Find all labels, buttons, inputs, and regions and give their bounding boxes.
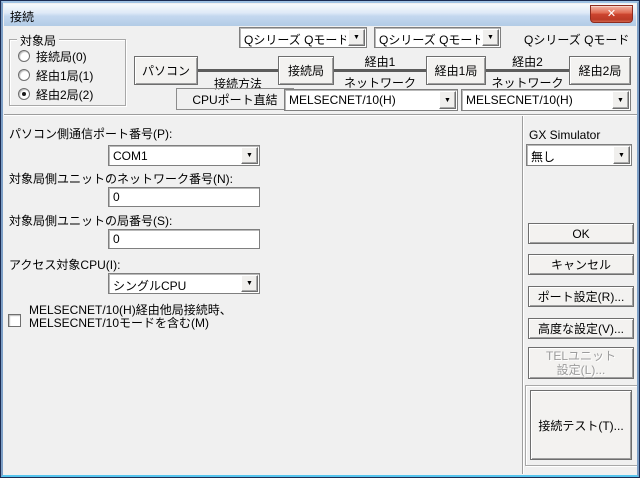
pc-port-combo[interactable]: COM1 ▼: [108, 145, 260, 166]
advanced-settings-button[interactable]: 高度な設定(V)...: [528, 318, 634, 339]
chevron-down-icon[interactable]: ▼: [613, 146, 630, 164]
connection-station-button[interactable]: 接続局: [278, 56, 334, 85]
advanced-settings-button-label: 高度な設定(V)...: [538, 320, 624, 337]
title-bar[interactable]: 接続 ✕: [4, 4, 636, 26]
series-combo-2-value: Qシリーズ Qモード: [379, 31, 480, 48]
pc-port-combo-value: COM1: [113, 149, 239, 163]
tel-unit-line2: 設定(L)...: [557, 363, 606, 377]
tel-unit-line1: TELユニット: [546, 349, 616, 363]
dialog-body: 対象局 接続局(0) 経由1局(1) 経由2局(2) Qシリーズ Qモード ▼ …: [4, 26, 638, 476]
access-cpu-combo-value: シングルCPU: [113, 277, 239, 294]
radio-icon: [18, 69, 30, 81]
radio-label: 接続局(0): [36, 48, 87, 65]
dropdown-arrow-glyph: ▼: [246, 152, 253, 159]
port-settings-button-label: ポート設定(R)...: [538, 288, 625, 305]
gx-simulator-label: GX Simulator: [529, 128, 600, 142]
dropdown-arrow-glyph: ▼: [353, 34, 360, 41]
connection-dialog: 接続 ✕ 対象局 接続局(0) 経由1局(1) 経由2局(2) Qシリーズ Qモ…: [0, 0, 640, 478]
gx-simulator-combo[interactable]: 無し ▼: [526, 144, 632, 166]
chevron-down-icon[interactable]: ▼: [439, 91, 456, 109]
connection-test-button-label: 接続テスト(T)...: [538, 417, 623, 434]
station-no-value: 0: [113, 232, 120, 246]
via2-station-button[interactable]: 経由2局: [569, 56, 631, 85]
access-cpu-label: アクセス対象CPU(I):: [9, 256, 120, 273]
pc-button[interactable]: パソコン: [134, 56, 198, 85]
dropdown-arrow-glyph: ▼: [246, 280, 253, 287]
access-cpu-combo[interactable]: シングルCPU ▼: [108, 273, 260, 294]
window-title: 接続: [10, 8, 34, 25]
pc-button-label: パソコン: [142, 62, 190, 79]
vertical-divider: [522, 116, 524, 474]
network2-combo[interactable]: MELSECNET/10(H) ▼: [461, 89, 631, 111]
tel-unit-settings-button-label: TELユニット 設定(L)...: [546, 349, 616, 377]
pc-port-label: パソコン側通信ポート番号(P):: [9, 125, 172, 142]
radio-label: 経由2局(2): [36, 86, 93, 103]
radio-connection-station[interactable]: 接続局(0): [18, 49, 87, 63]
dropdown-arrow-glyph: ▼: [444, 97, 451, 104]
network2-combo-value: MELSECNET/10(H): [466, 93, 610, 107]
radio-icon: [18, 88, 30, 100]
radio-via2-station[interactable]: 経由2局(2): [18, 87, 93, 101]
network1-combo[interactable]: MELSECNET/10(H) ▼: [284, 89, 458, 111]
port-settings-button[interactable]: ポート設定(R)...: [528, 286, 634, 307]
series-label: Qシリーズ Qモード: [524, 31, 629, 48]
series-combo-2[interactable]: Qシリーズ Qモード ▼: [374, 27, 501, 48]
radio-label: 経由1局(1): [36, 67, 93, 84]
dropdown-arrow-glyph: ▼: [617, 97, 624, 104]
gx-simulator-combo-value: 無し: [531, 148, 611, 165]
melsecnet-checkbox-label-line2: MELSECNET/10モードを含む(M): [29, 317, 209, 330]
network-no-input[interactable]: 0: [108, 187, 260, 207]
connector-line: [198, 69, 278, 72]
dropdown-arrow-glyph: ▼: [618, 152, 625, 159]
via1-station-button-label: 経由1局: [435, 62, 478, 79]
network1-combo-value: MELSECNET/10(H): [289, 93, 437, 107]
series-combo-1[interactable]: Qシリーズ Qモード ▼: [239, 27, 367, 48]
via2-label: 経由2: [486, 53, 569, 70]
series-combo-1-value: Qシリーズ Qモード: [244, 31, 346, 48]
dropdown-arrow-glyph: ▼: [487, 34, 494, 41]
via1-station-button[interactable]: 経由1局: [426, 56, 486, 85]
radio-icon: [18, 50, 30, 62]
cancel-button-label: キャンセル: [551, 256, 611, 273]
via2-station-button-label: 経由2局: [579, 62, 622, 79]
network-no-value: 0: [113, 190, 120, 204]
cancel-button[interactable]: キャンセル: [528, 254, 634, 275]
target-station-group: 対象局 接続局(0) 経由1局(1) 経由2局(2): [9, 39, 126, 106]
close-icon: ✕: [607, 8, 616, 20]
chevron-down-icon[interactable]: ▼: [612, 91, 629, 109]
connection-station-button-label: 接続局: [288, 62, 324, 79]
melsecnet-mode-checkbox[interactable]: [8, 314, 21, 327]
chevron-down-icon[interactable]: ▼: [482, 29, 499, 46]
ok-button[interactable]: OK: [528, 223, 634, 244]
station-no-input[interactable]: 0: [108, 229, 260, 249]
chevron-down-icon[interactable]: ▼: [241, 147, 258, 164]
radio-via1-station[interactable]: 経由1局(1): [18, 68, 93, 82]
chevron-down-icon[interactable]: ▼: [241, 275, 258, 292]
chevron-down-icon[interactable]: ▼: [348, 29, 365, 46]
connection-test-button[interactable]: 接続テスト(T)...: [530, 390, 632, 460]
cpu-port-direct-label: CPUポート直結: [192, 91, 277, 108]
ok-button-label: OK: [572, 227, 589, 241]
tel-unit-settings-button: TELユニット 設定(L)...: [528, 347, 634, 379]
horizontal-divider: [4, 114, 638, 116]
close-button[interactable]: ✕: [590, 5, 633, 23]
target-station-group-title: 対象局: [17, 32, 59, 49]
via1-label: 経由1: [334, 53, 426, 70]
network-no-label: 対象局側ユニットのネットワーク番号(N):: [9, 170, 233, 187]
cpu-port-direct-box: CPUポート直結: [176, 88, 294, 110]
station-no-label: 対象局側ユニットの局番号(S):: [9, 212, 172, 229]
